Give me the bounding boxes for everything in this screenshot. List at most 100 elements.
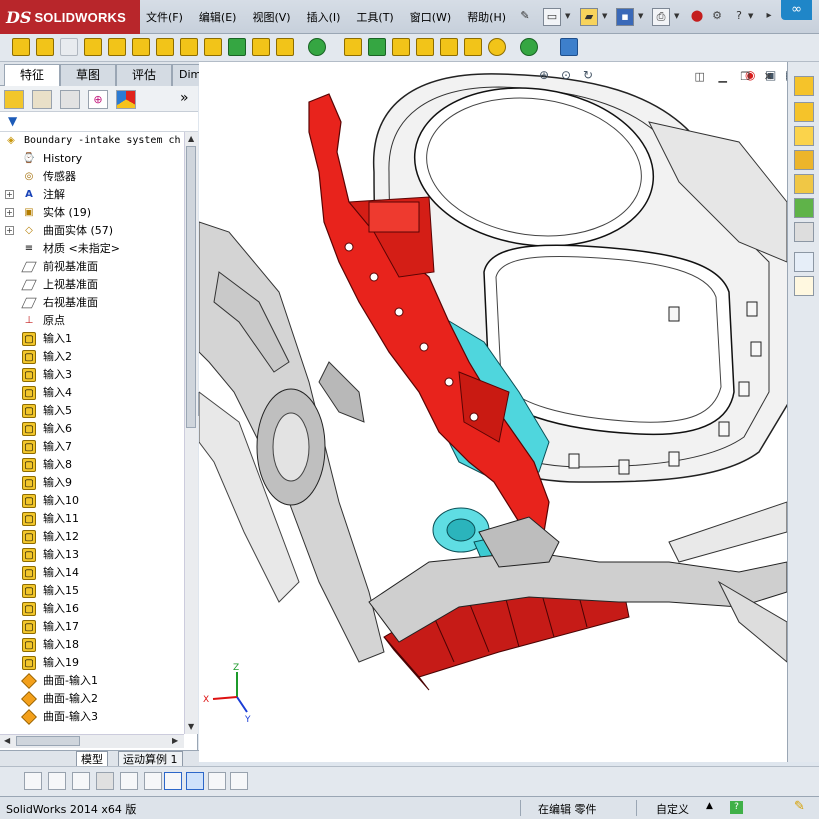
pin-icon[interactable]: ✎	[516, 8, 534, 26]
axis-icon[interactable]	[164, 772, 182, 790]
print-dropdown-icon[interactable]: ▼	[674, 12, 681, 21]
view-orientation-icon[interactable]	[24, 772, 42, 790]
menu-insert[interactable]: 插入(I)	[307, 9, 341, 25]
tree-item[interactable]: ▢ 输入10	[0, 492, 184, 510]
forum-icon[interactable]	[794, 276, 814, 296]
help-dropdown-icon[interactable]: ▼	[748, 12, 755, 21]
menu-edit[interactable]: 编辑(E)	[199, 9, 237, 25]
scroll-left-icon[interactable]: ◀	[4, 736, 10, 746]
wrap-icon[interactable]	[416, 38, 434, 56]
file-explorer-icon[interactable]	[794, 150, 814, 170]
expand-toggle-icon[interactable]: +	[5, 226, 14, 235]
extruded-cut-icon[interactable]	[132, 38, 150, 56]
scroll-up-icon[interactable]: ▲	[188, 134, 194, 144]
lofted-cut-icon[interactable]	[204, 38, 222, 56]
rebuild-status-icon[interactable]: ✎	[794, 799, 805, 814]
appearances-scenes-icon[interactable]	[794, 252, 814, 272]
tree-item[interactable]: ▢ 输入2	[0, 348, 184, 366]
display-manager-icon[interactable]	[116, 90, 136, 109]
two-view-icon[interactable]	[230, 772, 248, 790]
feature-manager-icon[interactable]	[4, 90, 24, 109]
tree-item[interactable]: 曲面-输入2	[0, 690, 184, 708]
shaded-icon[interactable]	[186, 772, 204, 790]
tree-item[interactable]: ▢ 输入6	[0, 420, 184, 438]
rebuild-icon[interactable]: ⬤	[688, 8, 706, 26]
graphics-area[interactable]: Z X Y ⊕ ⊙ ↻ ◉ ▣ ▤ ◫ ▁ ❐ ✕	[199, 62, 787, 762]
open-dropdown-icon[interactable]: ▼	[602, 12, 609, 21]
tree-item[interactable]: ▢ 输入3	[0, 366, 184, 384]
solidworks-logo[interactable]: DS SOLIDWORKS	[0, 0, 140, 34]
flyout-arrow-icon[interactable]: ▸	[760, 8, 778, 26]
menu-view[interactable]: 视图(V)	[252, 9, 290, 25]
options-icon[interactable]: ⚙	[708, 8, 726, 26]
tree-item[interactable]: 前视基准面	[0, 258, 184, 276]
tree-item[interactable]: ▢ 输入13	[0, 546, 184, 564]
tree-item[interactable]: ◎ 传感器	[0, 168, 184, 186]
linear-pattern-icon[interactable]	[308, 38, 326, 56]
chamfer-icon[interactable]	[276, 38, 294, 56]
tree-item[interactable]: ▢ 输入4	[0, 384, 184, 402]
save-icon[interactable]: ▪	[616, 8, 634, 26]
zoom-to-fit-icon[interactable]: ⊕	[539, 68, 549, 82]
zoom-area-icon[interactable]: ⊙	[561, 68, 571, 82]
cloud-sync-icon[interactable]: ∞	[781, 0, 812, 20]
tree-item[interactable]: ▢ 输入19	[0, 654, 184, 672]
tab-model[interactable]: 模型	[76, 751, 108, 767]
tree-item[interactable]: ▢ 输入18	[0, 636, 184, 654]
revolved-cut-icon[interactable]	[156, 38, 174, 56]
tree-item[interactable]: ▢ 输入17	[0, 618, 184, 636]
tree-item[interactable]: ⌚ History	[0, 150, 184, 168]
restore-icon[interactable]: ❐	[740, 70, 750, 83]
tree-item[interactable]: ▢ 输入12	[0, 528, 184, 546]
instant3d-icon[interactable]	[560, 38, 578, 56]
document-recovery-icon[interactable]	[794, 222, 814, 242]
tree-item[interactable]: ▢ 输入7	[0, 438, 184, 456]
tree-item[interactable]: 右视基准面	[0, 294, 184, 312]
help-icon[interactable]: ?	[730, 801, 743, 814]
tab-features[interactable]: 特征	[4, 64, 60, 87]
configuration-manager-icon[interactable]	[60, 90, 80, 109]
tree-item[interactable]: ▢ 输入16	[0, 600, 184, 618]
menu-window[interactable]: 窗口(W)	[410, 9, 451, 25]
hidden-lines-icon[interactable]	[144, 772, 162, 790]
fillet-icon[interactable]	[252, 38, 270, 56]
hide-show-icon[interactable]	[72, 772, 90, 790]
status-units[interactable]: 自定义	[656, 801, 689, 817]
expand-toggle-icon[interactable]: +	[5, 190, 14, 199]
menu-help[interactable]: 帮助(H)	[467, 9, 506, 25]
tree-item[interactable]: ⊥ 原点	[0, 312, 184, 330]
tree-item[interactable]: + A 注解	[0, 186, 184, 204]
display-style-icon[interactable]	[48, 772, 66, 790]
tree-item[interactable]: ◈ Boundary -intake system ch	[0, 132, 184, 150]
tree-item[interactable]: 曲面-输入3	[0, 708, 184, 726]
scroll-down-icon[interactable]: ▼	[188, 722, 194, 732]
swept-boss-icon[interactable]	[60, 38, 78, 56]
wireframe-icon[interactable]	[120, 772, 138, 790]
mirror-icon[interactable]	[464, 38, 482, 56]
expand-toggle-icon[interactable]: +	[5, 208, 14, 217]
tree-item[interactable]: ▢ 输入14	[0, 564, 184, 582]
lofted-boss-icon[interactable]	[84, 38, 102, 56]
home-icon[interactable]	[794, 126, 814, 146]
new-dropdown-icon[interactable]: ▼	[565, 12, 572, 21]
close-icon[interactable]: ✕	[764, 70, 773, 83]
reference-geometry-icon[interactable]	[488, 38, 506, 56]
boundary-boss-icon[interactable]	[108, 38, 126, 56]
print-icon[interactable]: ⎙	[652, 8, 670, 26]
design-library-icon[interactable]	[794, 102, 814, 122]
draft-icon[interactable]	[368, 38, 386, 56]
tree-item[interactable]: + ◇ 曲面实体 (57)	[0, 222, 184, 240]
expand-panel-icon[interactable]: »	[180, 90, 189, 106]
filter-icon[interactable]: ▼	[8, 114, 17, 128]
swept-cut-icon[interactable]	[180, 38, 198, 56]
previous-view-icon[interactable]: ↻	[583, 68, 593, 82]
tree-item[interactable]: ▢ 输入1	[0, 330, 184, 348]
tree-item[interactable]: 曲面-输入1	[0, 672, 184, 690]
open-folder-icon[interactable]: ▰	[580, 8, 598, 26]
shell-icon[interactable]	[392, 38, 410, 56]
help-question-icon[interactable]: ?	[730, 8, 748, 26]
dimxpert-manager-icon[interactable]: ⊕	[88, 90, 108, 109]
single-view-icon[interactable]	[208, 772, 226, 790]
rib-icon[interactable]	[344, 38, 362, 56]
restore-split-icon[interactable]: ◫	[695, 70, 705, 83]
